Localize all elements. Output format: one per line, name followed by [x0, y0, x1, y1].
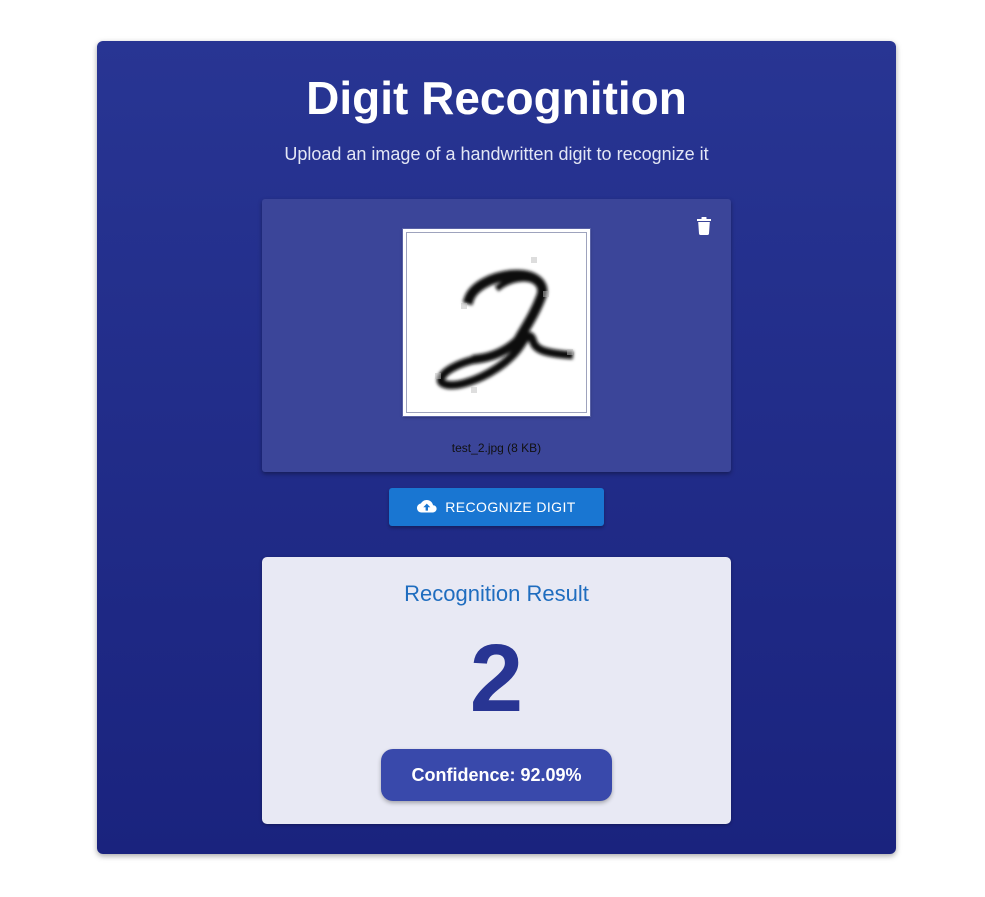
image-preview [403, 229, 590, 416]
page-title: Digit Recognition [306, 72, 687, 124]
confidence-label: Confidence: 92.09% [411, 764, 582, 785]
recognized-digit: 2 [469, 625, 524, 732]
recognize-digit-label: RECOGNIZE DIGIT [445, 499, 576, 515]
trash-icon [697, 217, 711, 235]
cloud-upload-icon [417, 500, 437, 513]
result-title: Recognition Result [404, 581, 589, 606]
upload-preview-box: test_2.jpg (8 KB) [262, 199, 731, 472]
page-subtitle: Upload an image of a handwritten digit t… [284, 144, 709, 164]
delete-image-button[interactable] [690, 212, 718, 240]
digit-recognition-panel: Digit Recognition Upload an image of a h… [97, 41, 896, 854]
recognize-digit-button[interactable]: RECOGNIZE DIGIT [389, 488, 604, 526]
handwritten-digit-image [435, 257, 574, 393]
result-card: Recognition Result 2 Confidence: 92.09% [262, 557, 731, 824]
file-name-label: test_2.jpg (8 KB) [451, 441, 542, 455]
confidence-badge: Confidence: 92.09% [381, 749, 612, 801]
